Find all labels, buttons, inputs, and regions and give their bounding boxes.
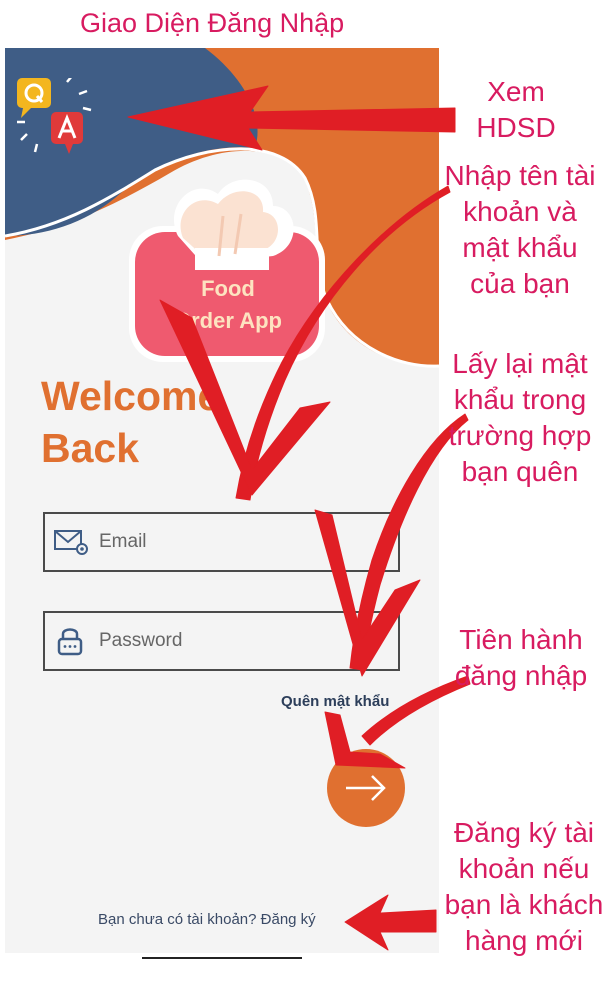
annotation-login: Tiên hành đăng nhập: [454, 624, 588, 691]
logo-text-food: Food: [201, 276, 255, 301]
signup-link[interactable]: Bạn chưa có tài khoản? Đăng ký: [98, 910, 338, 929]
help-guide-icon[interactable]: [17, 75, 101, 162]
logo-text-order-app: Order App: [174, 308, 282, 333]
email-icon: [54, 530, 88, 555]
arrow-right-icon: [346, 775, 386, 801]
lock-icon: [57, 628, 83, 656]
welcome-line-2: Back: [41, 425, 140, 471]
page-title: Giao Diện Đăng Nhập: [80, 8, 345, 38]
annotation-guide: Xem HDSD: [476, 76, 556, 143]
login-screen: Food Order App Welcome Back Quên mật khẩ…: [5, 48, 439, 953]
app-logo: Food Order App: [123, 166, 333, 366]
email-field[interactable]: [43, 512, 400, 572]
password-field[interactable]: [43, 611, 400, 671]
annotation-signup: Đăng ký tài khoản nếu bạn là khách hàng …: [444, 817, 604, 956]
annotation-credentials: Nhập tên tài khoản và mật khẩu của bạn: [444, 160, 596, 299]
annotation-forgot: Lấy lại mật khẩu trong trường hợp bạn qu…: [448, 348, 592, 487]
welcome-line-1: Welcome: [41, 373, 221, 419]
password-input[interactable]: [99, 630, 379, 652]
forgot-password-link[interactable]: Quên mật khẩu: [281, 693, 389, 710]
login-button[interactable]: [327, 749, 405, 827]
welcome-heading: Welcome Back: [41, 370, 220, 474]
email-input[interactable]: [99, 531, 379, 553]
home-indicator: [142, 957, 302, 959]
